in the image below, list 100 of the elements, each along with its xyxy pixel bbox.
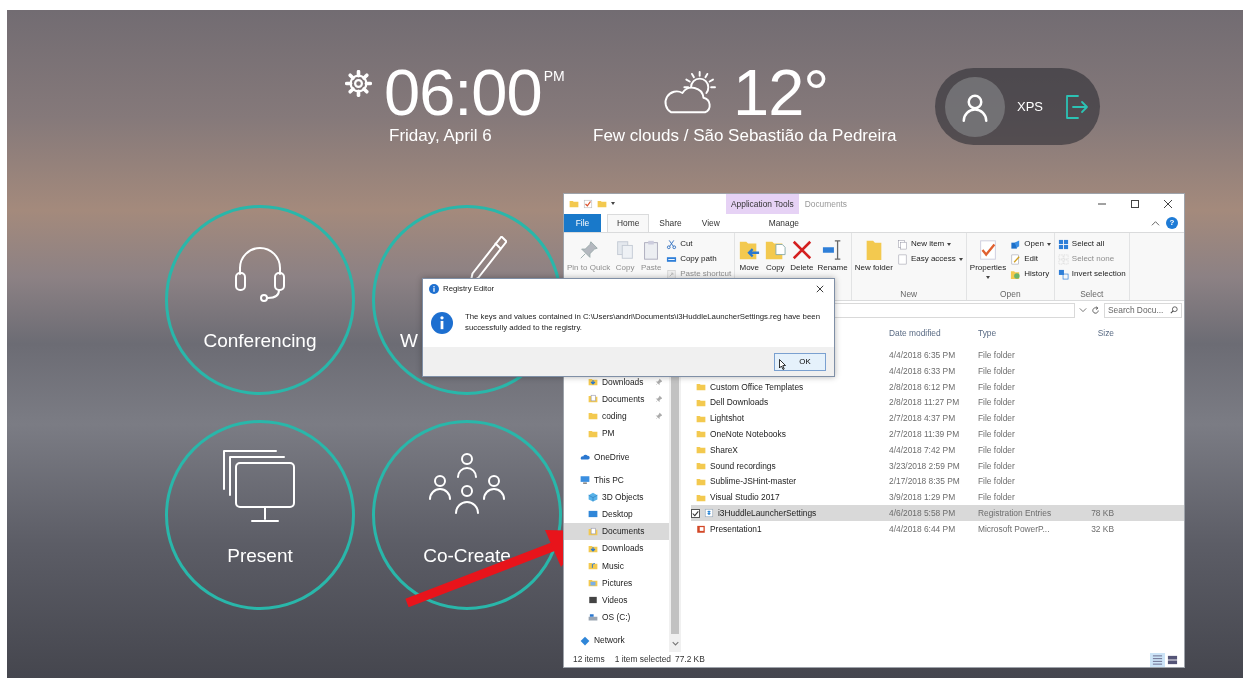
logout-icon[interactable] bbox=[1065, 93, 1089, 120]
folder-icon bbox=[696, 381, 706, 392]
checkmark-icon bbox=[692, 509, 699, 517]
network-icon bbox=[580, 635, 590, 646]
file-row[interactable]: ShareX 4/4/2018 7:42 PM File folder bbox=[691, 442, 1184, 459]
nav-item[interactable]: Desktop bbox=[564, 505, 669, 523]
info-icon bbox=[429, 284, 439, 294]
ribbon-tab[interactable]: Home bbox=[607, 213, 650, 232]
search-field[interactable]: Search Docu... bbox=[1104, 302, 1182, 318]
nav-item[interactable]: PM bbox=[564, 425, 653, 443]
column-header[interactable]: Size bbox=[1061, 326, 1119, 340]
view-button[interactable] bbox=[1150, 652, 1165, 667]
modified-date: 4/4/2018 6:35 PM bbox=[889, 349, 957, 362]
nav-item[interactable]: Network bbox=[564, 632, 669, 650]
delete-icon bbox=[790, 238, 813, 261]
help-button[interactable]: ? bbox=[1166, 216, 1178, 229]
ribbon-button[interactable]: Select all bbox=[1055, 236, 1128, 252]
nav-item[interactable]: OneDrive bbox=[564, 448, 669, 466]
ribbon-button[interactable]: History bbox=[1008, 266, 1053, 282]
folder-icon bbox=[696, 492, 706, 503]
close-icon[interactable] bbox=[816, 285, 824, 293]
pictures-folder-icon bbox=[588, 578, 598, 589]
chevron-down-icon[interactable] bbox=[671, 640, 679, 648]
ribbon-button[interactable]: Properties bbox=[967, 234, 1009, 288]
nav-item[interactable]: This PC bbox=[564, 471, 669, 489]
ribbon-button[interactable]: Copy path bbox=[664, 251, 734, 267]
weather-description: Few clouds / São Sebastião da Pedreira bbox=[593, 127, 897, 146]
column-header[interactable]: Date modified bbox=[889, 326, 978, 340]
file-name: Presentation1 bbox=[710, 522, 762, 536]
folder-icon bbox=[696, 397, 706, 408]
file-name: Sound recordings bbox=[710, 459, 776, 473]
file-name: Custom Office Templates bbox=[710, 380, 804, 394]
file-type: File folder bbox=[978, 349, 1016, 362]
file-name: i3HuddleLauncherSettings bbox=[718, 507, 817, 520]
ribbon-tab[interactable]: File bbox=[564, 213, 601, 232]
maximize-icon[interactable] bbox=[1129, 198, 1140, 209]
nav-item[interactable]: Downloads bbox=[564, 540, 669, 558]
ribbon-button[interactable]: New item bbox=[894, 236, 965, 252]
file-row[interactable]: Sound recordings 3/23/2018 2:59 PM File folder bbox=[691, 458, 1184, 474]
search-icon bbox=[1170, 306, 1178, 314]
refresh-icon[interactable] bbox=[1091, 305, 1100, 315]
group-label: New bbox=[899, 287, 919, 300]
avatar[interactable] bbox=[945, 76, 1005, 137]
file-row[interactable]: Presentation1 4/4/2018 6:44 PM Microsoft PowerP... 32 KB bbox=[691, 521, 1184, 538]
file-row[interactable]: i3HuddleLauncherSettings 4/6/2018 5:58 PM Registration Entries 78 KB bbox=[691, 505, 1184, 522]
ribbon-tab[interactable]: Manage bbox=[753, 213, 814, 232]
folder-icon bbox=[696, 476, 706, 487]
chevron-icon[interactable] bbox=[1151, 218, 1160, 228]
nav-item[interactable]: OS (C:) bbox=[564, 608, 669, 627]
documents-folder-icon bbox=[588, 394, 598, 405]
nav-item[interactable]: Downloads bbox=[564, 373, 651, 391]
caret-icon[interactable] bbox=[611, 202, 615, 206]
ribbon-button[interactable]: Rename bbox=[815, 234, 850, 288]
file-name: Visual Studio 2017 bbox=[710, 491, 780, 504]
ribbon-tab[interactable]: Share bbox=[649, 213, 692, 232]
modified-date: 2/8/2018 11:27 PM bbox=[889, 396, 961, 410]
file-row[interactable]: Custom Office Templates 2/8/2018 6:12 PM File folder bbox=[691, 379, 1184, 395]
download-folder-icon bbox=[588, 377, 598, 388]
ribbon-button[interactable]: Easy access bbox=[894, 251, 965, 267]
ribbon-button[interactable]: Cut bbox=[664, 236, 734, 252]
chevron-down-icon[interactable] bbox=[1079, 306, 1087, 314]
modified-date: 2/7/2018 4:37 PM bbox=[889, 412, 957, 425]
nav-item[interactable]: 3D Objects bbox=[564, 488, 669, 506]
nav-item[interactable]: Videos bbox=[564, 591, 669, 609]
nav-item[interactable]: Music bbox=[564, 557, 669, 575]
ribbon-button[interactable]: Edit bbox=[1008, 251, 1053, 267]
nav-item[interactable]: Pictures bbox=[564, 574, 669, 592]
modified-date: 2/17/2018 8:35 PM bbox=[889, 475, 961, 489]
launcher-button[interactable]: Conferencing bbox=[165, 205, 355, 395]
settings-icon[interactable] bbox=[345, 70, 372, 97]
ribbon-tab[interactable]: View bbox=[691, 213, 730, 232]
shortcut-icon bbox=[666, 268, 678, 280]
file-row[interactable]: Lightshot 2/7/2018 4:37 PM File folder bbox=[691, 410, 1184, 427]
nav-item[interactable]: coding bbox=[564, 407, 651, 426]
modified-date: 4/6/2018 5:58 PM bbox=[889, 507, 957, 520]
ribbon-button[interactable]: New folder bbox=[852, 234, 895, 288]
nav-item[interactable]: Documents bbox=[564, 390, 651, 408]
file-row[interactable]: OneNote Notebooks 2/7/2018 11:39 PM File folder bbox=[691, 426, 1184, 443]
modified-date: 4/4/2018 7:42 PM bbox=[889, 443, 957, 457]
close-icon[interactable] bbox=[1162, 198, 1173, 209]
file-row[interactable]: Sublime-JSHint-master 2/17/2018 8:35 PM File folder bbox=[691, 473, 1184, 490]
file-name: Lightshot bbox=[710, 412, 744, 425]
open-icon bbox=[1010, 238, 1022, 250]
documents-folder-icon bbox=[588, 526, 598, 537]
user-name: XPS bbox=[1017, 97, 1043, 116]
file-row[interactable]: Dell Downloads 2/8/2018 11:27 PM File folder bbox=[691, 394, 1184, 411]
ribbon-button[interactable]: Invert selection bbox=[1055, 266, 1128, 282]
videos-folder-icon bbox=[588, 595, 598, 606]
file-type: File folder bbox=[978, 396, 1016, 410]
desktop-folder-icon bbox=[588, 509, 598, 520]
column-header[interactable]: Type bbox=[978, 326, 1061, 340]
nav-item[interactable]: Documents bbox=[564, 523, 669, 541]
launcher-button[interactable]: Present bbox=[165, 420, 355, 610]
row-checkbox[interactable] bbox=[691, 508, 700, 518]
modified-date: 2/8/2018 6:12 PM bbox=[889, 380, 957, 394]
ribbon-button[interactable]: Delete bbox=[788, 234, 816, 288]
ribbon-button[interactable]: Open bbox=[1008, 236, 1053, 252]
clock-time: 06:00 bbox=[384, 60, 542, 125]
checkmark-icon[interactable] bbox=[583, 198, 593, 209]
file-row[interactable]: Visual Studio 2017 3/9/2018 1:29 PM File folder bbox=[691, 489, 1184, 506]
